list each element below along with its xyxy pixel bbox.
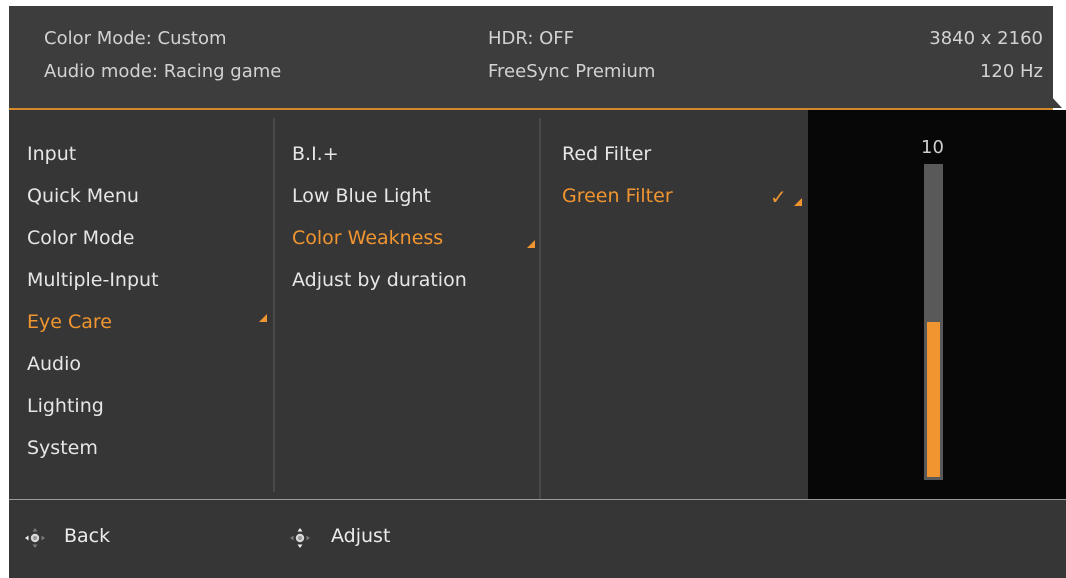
adjust-label: Adjust <box>331 525 391 547</box>
joystick-updown-icon <box>290 528 310 548</box>
status-header: Color Mode: Custom Audio mode: Racing ga… <box>9 6 1053 108</box>
submenu-item-low-blue-light[interactable]: Low Blue Light <box>292 185 431 207</box>
slider-fill <box>927 322 940 477</box>
submenu-item-adjust-by-duration[interactable]: Adjust by duration <box>292 269 467 291</box>
refresh-rate-status: 120 Hz <box>979 61 1043 82</box>
menu-item-color-mode[interactable]: Color Mode <box>27 227 134 249</box>
level-slider[interactable] <box>924 164 943 480</box>
back-label: Back <box>64 525 111 547</box>
selected-caret-icon <box>527 240 535 248</box>
menu-item-input[interactable]: Input <box>27 143 76 165</box>
checkmark-icon: ✓ <box>770 185 787 209</box>
osd-menu: Color Mode: Custom Audio mode: Racing ga… <box>0 0 1066 578</box>
selected-caret-icon <box>794 198 802 206</box>
audio-mode-status: Audio mode: Racing game <box>44 61 282 82</box>
menu-item-quick-menu[interactable]: Quick Menu <box>27 185 139 207</box>
slider-value: 10 <box>921 137 944 158</box>
option-item-green-filter[interactable]: Green Filter <box>562 185 673 207</box>
menu-item-audio[interactable]: Audio <box>27 353 81 375</box>
joystick-left-icon <box>25 528 45 548</box>
footer-bar <box>9 500 1066 578</box>
submenu-item-color-weakness[interactable]: Color Weakness <box>292 227 443 249</box>
column-divider <box>273 118 275 492</box>
menu-item-system[interactable]: System <box>27 437 98 459</box>
freesync-status: FreeSync Premium <box>488 61 656 82</box>
option-item-red-filter[interactable]: Red Filter <box>562 143 651 165</box>
color-mode-status: Color Mode: Custom <box>44 28 227 49</box>
menu-item-eye-care[interactable]: Eye Care <box>27 311 112 333</box>
selected-caret-icon <box>259 314 267 322</box>
hdr-status: HDR: OFF <box>488 28 575 49</box>
menu-item-lighting[interactable]: Lighting <box>27 395 104 417</box>
column-divider <box>539 118 541 500</box>
menu-item-multiple-input[interactable]: Multiple-Input <box>27 269 159 291</box>
submenu-item-bi-plus[interactable]: B.I.+ <box>292 143 339 165</box>
resolution-status: 3840 x 2160 <box>929 28 1043 49</box>
header-corner <box>1050 95 1062 108</box>
